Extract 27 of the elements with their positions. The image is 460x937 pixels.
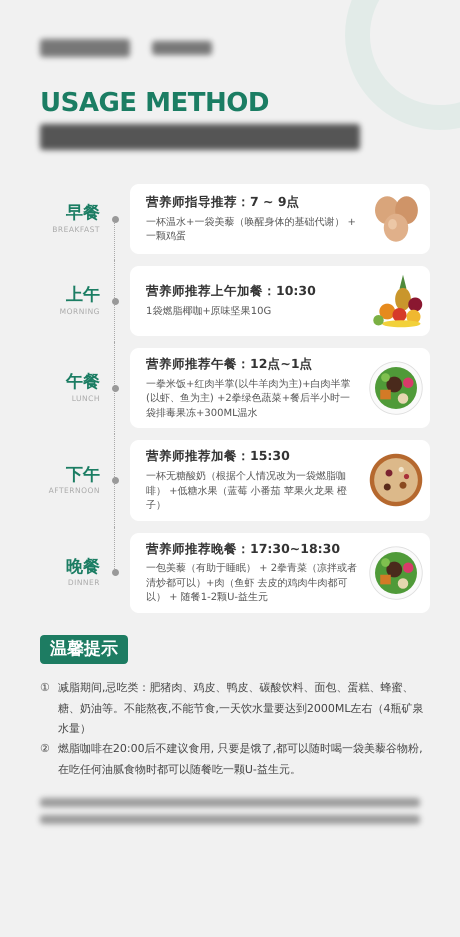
- meal-description: 一包美藜（有助于睡眠） + 2拳青菜（凉拌或者清炒都可以）+肉（鱼虾 去皮的鸡肉牛肉都可以） + 随餐1-2颗U-益生元: [146, 562, 358, 606]
- timeline-dot: [112, 216, 118, 222]
- meal-title: 营养师推荐加餐：15:30: [146, 447, 291, 466]
- timeline-dot: [112, 569, 118, 576]
- meal-title: 营养师推荐午餐：12点~1点: [146, 355, 314, 373]
- meal-title: 营养师指导推荐：7 ~ 9点: [146, 193, 301, 212]
- page-title: USAGE METHOD: [40, 90, 270, 116]
- tip-text: 燃脂咖啡在20:00后不建议食用, 只要是饿了,都可以随时喝一袋美藜谷物粉, 在吃任何油腻食物时都可以随餐吃一颗U-益生元。: [58, 741, 424, 778]
- meal-name: 晚餐: [65, 556, 100, 578]
- meal-title: 营养师推荐晚餐：17:30~18:30: [146, 540, 342, 558]
- meal-name: 早餐: [65, 203, 100, 224]
- tip-number: ①: [40, 680, 50, 696]
- blurred-logo: [152, 40, 212, 54]
- meal-description: 一拳米饭+红肉半掌(以牛羊肉为主)+白肉半掌(以虾、鱼为主) +2拳绿色蔬菜+餐后半小时一袋排毒果冻+300ML温水: [146, 378, 352, 421]
- timeline-dot: [112, 476, 118, 484]
- timeline-dot: [112, 384, 118, 392]
- meal-name: 下午: [65, 464, 100, 485]
- tip-text: 减脂期间,忌吃类：肥猪肉、鸡皮、鸭皮、碳酸饮料、面包、蛋糕、蜂蜜、糖、奶油等。不能熬夜,不能节食,一天饮水量要达到2000ML左右（4瓶矿泉水量）: [58, 680, 424, 737]
- meal-description: 一杯温水+一袋美藜（唤醒身体的基础代谢） + 一颗鸡蛋: [146, 216, 357, 244]
- timeline-dot: [112, 298, 118, 304]
- meal-description: 一杯无糖酸奶（根据个人情况改为一袋燃脂咖啡） +低糖水果（蓝莓 小番茄 苹果火龙果 橙子）: [146, 470, 348, 513]
- meal-name: 上午: [65, 285, 100, 306]
- meal-title: 营养师推荐上午加餐：10:30: [146, 282, 317, 300]
- meal-description: 1袋燃脂椰咖+原味坚果10G: [146, 305, 272, 320]
- tip-number: ②: [40, 741, 50, 758]
- meal-name: 午餐: [64, 372, 100, 393]
- tips-badge: 温馨提示: [40, 634, 128, 664]
